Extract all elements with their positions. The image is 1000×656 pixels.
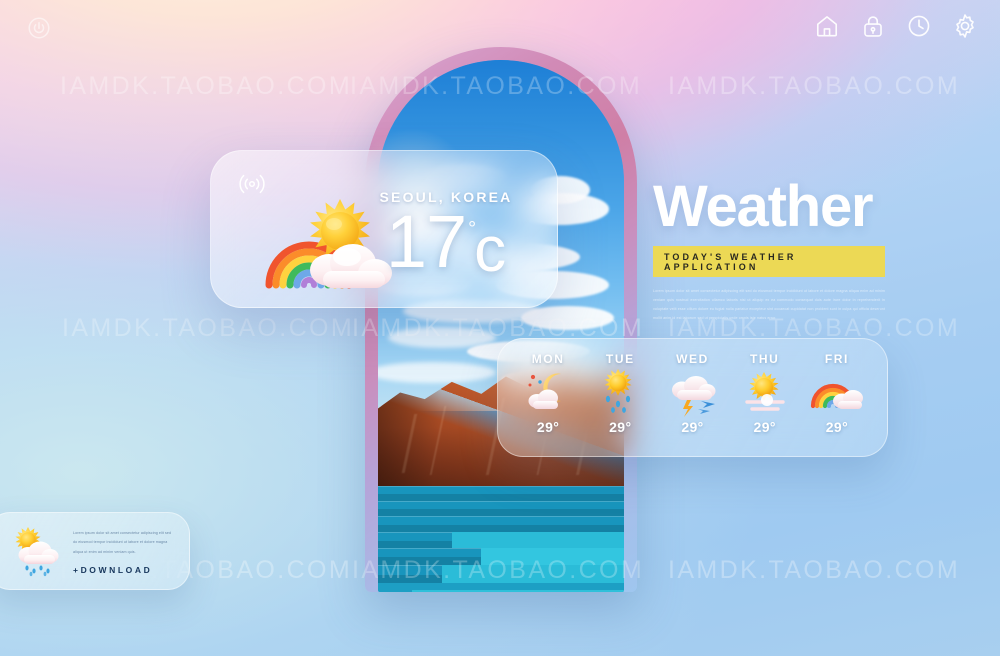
forecast-day-temp: 29° [609, 419, 632, 435]
forecast-day-temp: 29° [681, 419, 704, 435]
topbar-left [26, 15, 52, 41]
storm-cloud-wind-icon [665, 368, 721, 418]
watermark-text: IAMDK.TAOBAO.COM [668, 556, 961, 584]
download-description: Lorem ipsum dolor sit amet consectetur a… [73, 531, 172, 554]
topbar-right [814, 13, 978, 39]
current-weather-info: SEOUL, KOREA 17 ° c [361, 189, 531, 281]
rainbow-cloud-icon [809, 368, 865, 418]
home-icon[interactable] [814, 13, 840, 39]
clock-icon[interactable] [906, 13, 932, 39]
forecast-day-label: FRI [824, 352, 849, 366]
moon-cloud-stars-icon [520, 368, 576, 418]
watermark-text: IAMDK.TAOBAO.COM [60, 72, 353, 100]
page-title: Weather [653, 174, 874, 239]
forecast-day[interactable]: FRI 29° [801, 352, 873, 446]
arch-scene [365, 47, 637, 592]
forecast-day[interactable]: THU 29° [729, 352, 801, 446]
temperature-unit: c [474, 213, 507, 285]
forecast-day-label: MON [531, 352, 565, 366]
download-button[interactable]: +DOWNLOAD [73, 565, 173, 575]
watermark-text: IAMDK.TAOBAO.COM [62, 314, 355, 342]
arch-photo [378, 60, 624, 592]
forecast-day[interactable]: TUE 29° [584, 352, 656, 446]
subtitle-badge: TODAY'S WEATHER APPLICATION [653, 246, 885, 277]
download-text: Lorem ipsum dolor sit amet consectetur a… [73, 529, 173, 575]
watermark-text: IAMDK.TAOBAO.COM [668, 72, 961, 100]
download-card[interactable]: Lorem ipsum dolor sit amet consectetur a… [0, 512, 190, 590]
forecast-day[interactable]: WED 29° [656, 352, 728, 446]
forecast-day-label: WED [676, 352, 709, 366]
forecast-day-temp: 29° [536, 419, 560, 435]
sun-haze-icon [737, 368, 793, 418]
temperature-value: 17 [385, 200, 467, 283]
stairs [378, 485, 624, 592]
forecast-row: MON 29° TUE 29° WED 29° THU 29° FRI 29° [498, 339, 887, 456]
hero-copy: Weather TODAY'S WEATHER APPLICATION Lore… [653, 178, 885, 323]
temperature-display: 17 ° c [361, 200, 531, 285]
sun-rain-cloud-icon [11, 527, 63, 577]
current-weather-card[interactable]: SEOUL, KOREA 17 ° c [210, 150, 558, 308]
arch-frame [365, 47, 637, 592]
weekly-forecast-card[interactable]: MON 29° TUE 29° WED 29° THU 29° FRI 29° [497, 338, 888, 457]
lock-icon[interactable] [860, 13, 886, 39]
app-mockup-stage: IAMDK.TAOBAO.COM IAMDK.TAOBAO.COM IAMDK.TA… [0, 0, 1000, 656]
body-paragraph: Lorem ipsum dolor sit amet consectetur a… [653, 289, 885, 320]
power-icon[interactable] [26, 15, 52, 41]
forecast-day[interactable]: MON 29° [512, 352, 584, 446]
forecast-day-label: THU [749, 352, 780, 366]
forecast-day-temp: 29° [825, 419, 849, 435]
gear-icon[interactable] [952, 13, 978, 39]
forecast-day-label: TUE [605, 352, 635, 366]
sun-rain-icon [592, 368, 648, 418]
forecast-day-temp: 29° [753, 419, 776, 435]
